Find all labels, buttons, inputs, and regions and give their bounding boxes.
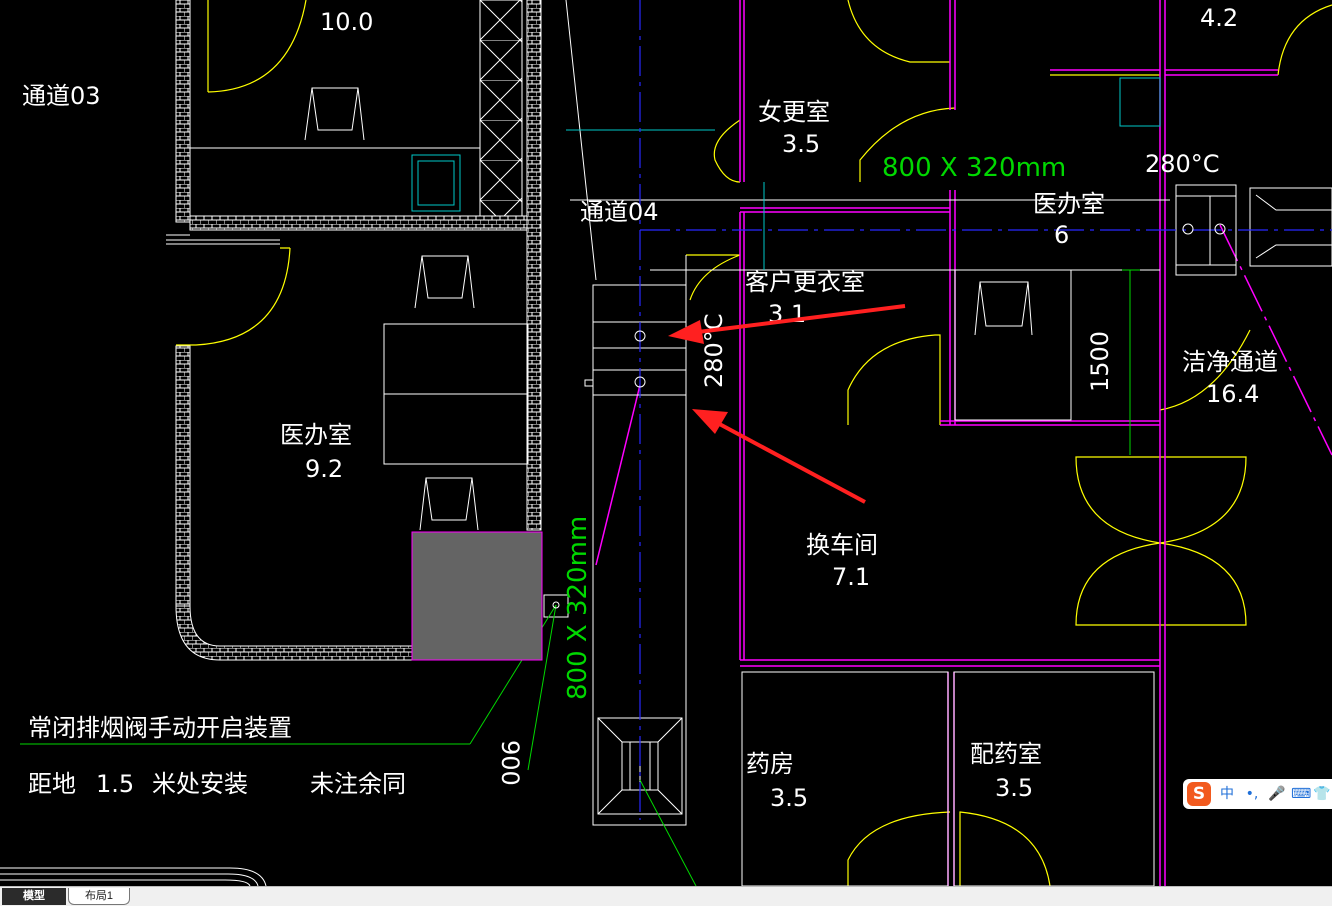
room-name: 配药室 bbox=[970, 740, 1042, 768]
ime-language-toggle[interactable]: 中 bbox=[1217, 784, 1237, 804]
note-install-label: 米处安装 bbox=[152, 770, 248, 798]
partitions bbox=[595, 0, 1332, 886]
room-name: 医办室 bbox=[280, 421, 352, 449]
sogou-logo-icon[interactable]: S bbox=[1187, 782, 1211, 806]
room-area: 3.5 bbox=[782, 130, 820, 158]
room-name: 换车间 bbox=[806, 531, 878, 559]
room-name: 客户更衣室 bbox=[745, 268, 865, 296]
temperature-label: 280°C bbox=[1145, 150, 1220, 178]
keyboard-icon[interactable]: ⌨ bbox=[1291, 784, 1311, 804]
microphone-icon[interactable]: 🎤 bbox=[1267, 784, 1287, 804]
duct-size-vertical: 800 X 320mm bbox=[563, 516, 593, 700]
room-area: 3.5 bbox=[995, 774, 1033, 802]
tab-layout-1[interactable]: 布局1 bbox=[68, 888, 130, 905]
dimension-900: 900 bbox=[496, 740, 524, 786]
layout-tab-bar: 模型 布局1 bbox=[0, 886, 1332, 906]
note-distance-value: 1.5 bbox=[96, 770, 134, 798]
room-area: 7.1 bbox=[832, 563, 870, 591]
tab-model[interactable]: 模型 bbox=[2, 888, 66, 905]
cad-canvas[interactable]: 10.0 4.2 通道03 通道04 女更室 3.5 客户更衣室 3.1 医办室… bbox=[0, 0, 1332, 886]
room-name: 医办室 bbox=[1033, 190, 1105, 218]
room-area: 3.5 bbox=[770, 784, 808, 812]
corridor-04-label: 通道04 bbox=[580, 198, 659, 226]
ime-toolbar[interactable]: S 中 •, 🎤 ⌨ 👕 bbox=[1183, 779, 1332, 809]
room-name: 药房 bbox=[746, 750, 794, 778]
room-name: 洁净通道 bbox=[1182, 348, 1278, 376]
room-area: 9.2 bbox=[305, 455, 343, 483]
walls-left bbox=[0, 0, 542, 886]
room-area: 16.4 bbox=[1206, 380, 1259, 408]
shaft-block bbox=[411, 531, 543, 661]
skin-icon[interactable]: 👕 bbox=[1313, 784, 1331, 804]
note-default-label: 未注余同 bbox=[310, 770, 406, 798]
room-area: 6 bbox=[1054, 221, 1069, 249]
room-area-top-left: 10.0 bbox=[320, 8, 373, 36]
ime-punctuation-toggle[interactable]: •, bbox=[1241, 784, 1263, 804]
note-distance-label: 距地 bbox=[28, 770, 76, 798]
note-line-1: 常闭排烟阀手动开启装置 bbox=[28, 714, 292, 742]
duct-size-horizontal: 800 X 320mm bbox=[882, 153, 1066, 183]
room-name: 女更室 bbox=[758, 98, 830, 126]
valve-symbols bbox=[552, 196, 1226, 609]
room-area-top-right: 4.2 bbox=[1200, 4, 1238, 32]
dimension-1500: 1500 bbox=[1086, 331, 1114, 392]
dimension-280: 280°C bbox=[700, 313, 728, 388]
corridor-03-label: 通道03 bbox=[22, 82, 101, 110]
